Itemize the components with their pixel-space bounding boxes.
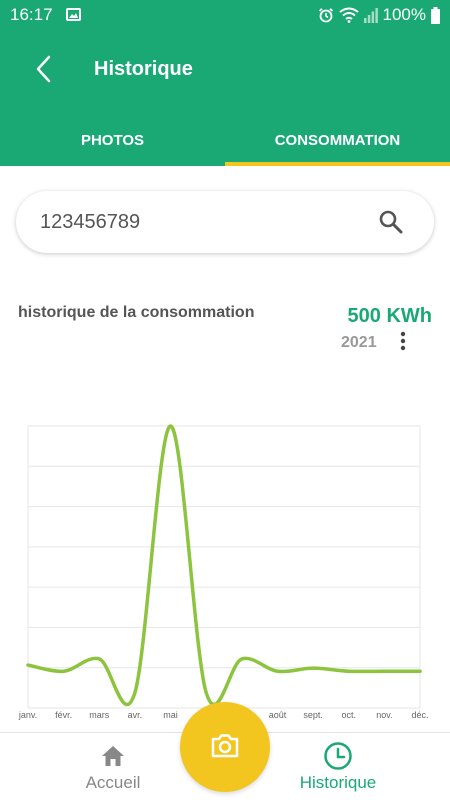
nav-historique[interactable]: Historique	[273, 733, 403, 800]
battery-percent: 100%	[382, 5, 426, 24]
alarm-icon	[318, 8, 333, 23]
chart-x-tick-label: févr.	[55, 710, 72, 720]
wifi-icon	[338, 7, 359, 23]
camera-button[interactable]	[180, 702, 270, 792]
home-icon	[102, 746, 124, 766]
camera-icon	[211, 734, 239, 758]
chart-series-line	[26, 424, 422, 707]
chart-x-tick-label: janv.	[18, 710, 37, 720]
status-time: 16:17	[10, 5, 53, 24]
nav-accueil[interactable]: Accueil	[48, 733, 178, 800]
chevron-left-icon[interactable]	[28, 52, 58, 86]
search-box	[16, 191, 434, 253]
chart-x-tick-label: août	[269, 710, 287, 720]
clock-icon	[324, 742, 352, 770]
battery-icon	[431, 6, 440, 24]
tab-photos[interactable]: PHOTOS	[0, 114, 225, 166]
search-input[interactable]	[40, 191, 360, 253]
summary-label: historique de la consommation	[18, 304, 255, 321]
status-bar: 16:17 100%	[0, 0, 450, 30]
tab-consommation[interactable]: CONSOMMATION	[225, 114, 450, 166]
signal-icon	[363, 8, 378, 23]
chart-x-tick-label: oct.	[341, 710, 356, 720]
summary-value: 500 KWh	[347, 305, 432, 327]
app-bar: Historique PHOTOS CONSOMMATION	[0, 30, 450, 166]
chart-x-tick-label: nov.	[376, 710, 392, 720]
chart-x-tick-label: avr.	[128, 710, 143, 720]
nav-accueil-label: Accueil	[85, 773, 141, 792]
chart-x-tick-label: mars	[89, 710, 109, 720]
consumption-chart: janv.févr.marsavr.maijuinjuil.aoûtsept.o…	[18, 424, 429, 720]
search-icon[interactable]	[378, 209, 404, 235]
page-title: Historique	[94, 58, 193, 80]
chart-grid	[27, 425, 421, 709]
tab-bar: PHOTOS CONSOMMATION	[0, 114, 450, 166]
summary-year: 2021	[341, 334, 377, 351]
image-notification-icon	[66, 8, 81, 21]
nav-historique-label: Historique	[299, 773, 377, 792]
chart-x-tick-label: déc.	[411, 710, 428, 720]
chart-x-tick-label: sept.	[303, 710, 323, 720]
status-icons: 100%	[318, 5, 440, 25]
more-vertical-icon[interactable]	[396, 330, 410, 352]
chart-x-tick-label: mai	[163, 710, 178, 720]
